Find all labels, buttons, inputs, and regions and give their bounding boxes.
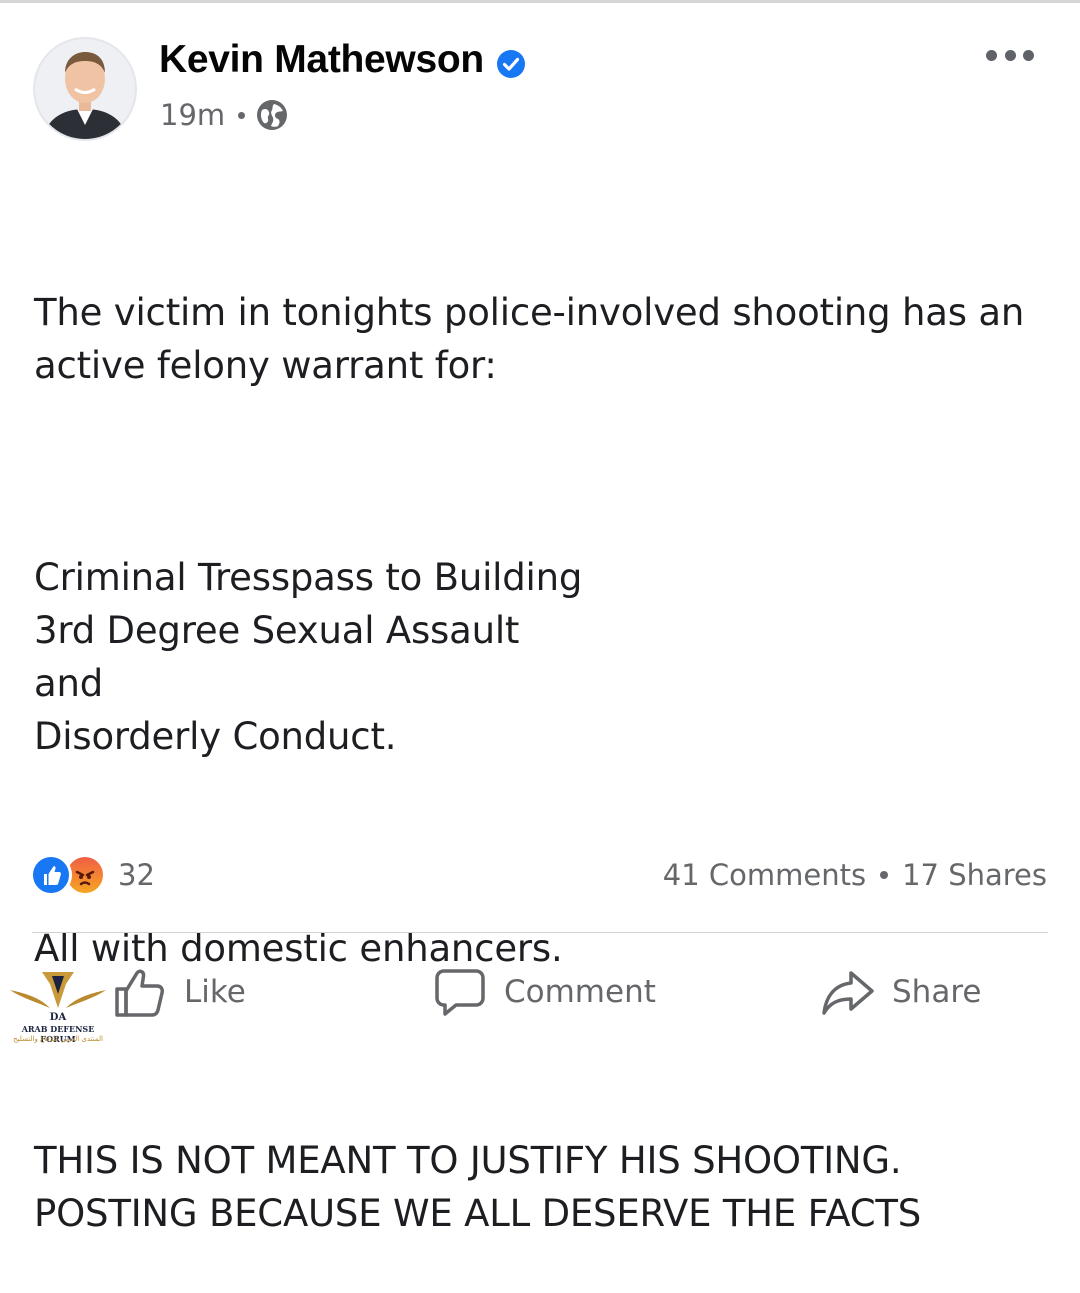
post-paragraph: Criminal Tresspass to Building 3rd Degre… <box>34 556 583 758</box>
more-options-icon[interactable] <box>986 40 1034 70</box>
author-avatar[interactable] <box>33 37 137 141</box>
post-stats: 41 Comments 17 Shares <box>663 852 1047 898</box>
separator-dot <box>880 871 889 879</box>
post-body: The victim in tonights police-involved s… <box>34 180 1049 1293</box>
actions-divider <box>32 932 1048 933</box>
share-label: Share <box>892 974 982 1010</box>
author-header: Kevin Mathewson <box>159 34 526 86</box>
separator-dot <box>238 111 246 119</box>
comment-label: Comment <box>504 974 656 1010</box>
author-name[interactable]: Kevin Mathewson <box>159 38 484 82</box>
post-timestamp[interactable]: 19m <box>160 98 225 132</box>
reaction-count: 32 <box>118 858 155 892</box>
comments-count-link[interactable]: 41 Comments <box>663 858 866 892</box>
logo-text: DA <box>50 1012 67 1023</box>
like-label: Like <box>184 974 246 1010</box>
shares-count-link[interactable]: 17 Shares <box>902 858 1047 892</box>
share-arrow-icon <box>822 971 874 1015</box>
comment-bubble-icon <box>435 969 485 1016</box>
post-meta: 19m <box>160 94 288 136</box>
more-dot <box>1004 49 1016 61</box>
verified-badge-icon <box>496 45 526 78</box>
watermark-subtitle: المنتدى العربي للدفاع والتسليح <box>13 1035 103 1043</box>
more-dot <box>1023 49 1034 61</box>
top-divider <box>0 0 1080 3</box>
thumbs-up-icon <box>115 969 164 1017</box>
post-paragraph: The victim in tonights police-involved s… <box>34 291 1036 387</box>
post-paragraph: THIS IS NOT MEANT TO JUSTIFY HIS SHOOTIN… <box>34 1139 922 1235</box>
reactions-summary[interactable]: 32 <box>30 852 155 898</box>
like-button[interactable]: Like <box>112 960 246 1024</box>
more-dot <box>986 49 997 61</box>
globe-icon[interactable] <box>256 99 288 131</box>
comment-button[interactable]: Comment <box>432 960 656 1024</box>
share-button[interactable]: Share <box>820 960 981 1024</box>
like-reaction-icon <box>30 854 72 896</box>
